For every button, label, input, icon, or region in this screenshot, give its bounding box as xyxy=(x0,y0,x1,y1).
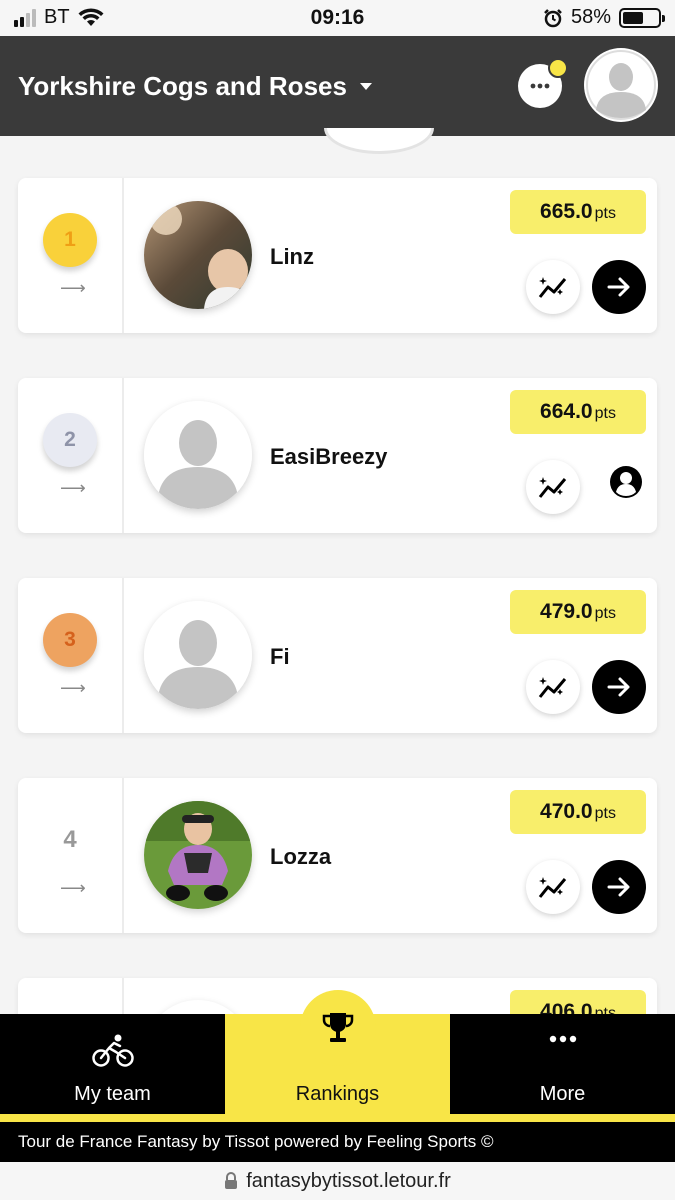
stats-chart-icon xyxy=(538,277,567,298)
avatar-placeholder-icon xyxy=(144,601,252,709)
view-team-button[interactable] xyxy=(592,860,646,914)
chevron-down-icon xyxy=(359,82,372,90)
nav-label: My team xyxy=(74,1083,151,1105)
trend-arrow-icon: ⟶ xyxy=(60,478,86,498)
notification-dot xyxy=(548,58,568,78)
browser-url-bar[interactable]: fantasybytissot.letour.fr xyxy=(0,1162,675,1200)
nav-more[interactable]: More xyxy=(450,1014,675,1114)
arrow-right-icon xyxy=(607,677,630,697)
trend-arrow-icon: ⟶ xyxy=(60,678,86,698)
rank-column: 4 ⟶ xyxy=(18,778,124,933)
player-photo xyxy=(144,401,252,509)
points-value: 665.0 xyxy=(540,200,593,223)
stats-button[interactable] xyxy=(526,460,580,514)
player-photo xyxy=(144,801,252,909)
battery-percent: 58% xyxy=(570,6,611,28)
player-name: Fi xyxy=(270,644,290,669)
stats-chart-icon xyxy=(538,877,567,898)
league-name: Yorkshire Cogs and Roses xyxy=(18,71,347,101)
status-bar: BT 09:16 58% xyxy=(0,0,675,36)
trend-arrow-icon: ⟶ xyxy=(60,278,86,298)
points-value: 470.0 xyxy=(540,800,593,823)
points-badge: 470.0 pts xyxy=(510,790,646,834)
status-right: 58% xyxy=(543,6,665,29)
battery-icon xyxy=(619,7,665,28)
stats-button[interactable] xyxy=(526,660,580,714)
url-text: fantasybytissot.letour.fr xyxy=(246,1169,451,1192)
alarm-icon xyxy=(544,8,562,27)
stats-button[interactable] xyxy=(526,860,580,914)
app-header: Yorkshire Cogs and Roses xyxy=(0,36,675,136)
footer-text: Tour de France Fantasy by Tissot powered… xyxy=(18,1132,494,1151)
player-photo xyxy=(144,201,252,309)
trend-arrow-icon: ⟶ xyxy=(60,878,86,898)
points-value: 479.0 xyxy=(540,600,593,623)
footer: Tour de France Fantasy by Tissot powered… xyxy=(0,1122,675,1162)
view-team-button[interactable] xyxy=(592,260,646,314)
profile-avatar[interactable] xyxy=(584,48,658,122)
cyclist-icon xyxy=(91,1034,134,1067)
points-unit: pts xyxy=(594,605,616,622)
nav-label: More xyxy=(539,1083,586,1105)
player-name: EasiBreezy xyxy=(270,444,388,469)
rank-circle-partial xyxy=(324,128,434,154)
points-unit: pts xyxy=(594,405,616,422)
rank-medal: 3 xyxy=(43,613,97,667)
player-name: Lozza xyxy=(270,844,332,869)
rank-medal: 2 xyxy=(43,413,97,467)
ranking-card[interactable]: 3 ⟶ Fi 479.0 pts xyxy=(18,578,657,733)
stats-chart-icon xyxy=(538,677,567,698)
points-badge: 665.0 pts xyxy=(510,190,646,234)
avatar-placeholder-icon xyxy=(586,50,656,120)
rank-column: 2 ⟶ xyxy=(18,378,124,533)
nav-my-team[interactable]: My team xyxy=(0,1014,225,1114)
stats-button[interactable] xyxy=(526,260,580,314)
stats-chart-icon xyxy=(538,477,567,498)
points-badge: 664.0 pts xyxy=(510,390,646,434)
nav-underline xyxy=(0,1114,675,1122)
points-unit: pts xyxy=(594,805,616,822)
player-photo xyxy=(144,601,252,709)
ranking-card[interactable]: 1 ⟶ Linz 665.0 pts xyxy=(18,178,657,333)
nav-label: Rankings xyxy=(295,1083,380,1105)
points-badge: 479.0 pts xyxy=(510,590,646,634)
ranking-card[interactable]: 4 ⟶ Lozza 470.0 pts xyxy=(18,778,657,933)
player-name: Linz xyxy=(270,244,314,269)
rank-number: 4 xyxy=(63,826,77,853)
rank-column: 1 ⟶ xyxy=(18,178,124,333)
lock-icon xyxy=(225,1172,238,1189)
points-unit: pts xyxy=(594,205,616,222)
rank-medal: 1 xyxy=(43,213,97,267)
arrow-right-icon xyxy=(607,877,630,897)
user-icon[interactable] xyxy=(608,464,644,500)
arrow-right-icon xyxy=(607,277,630,297)
trophy-icon xyxy=(322,1013,354,1042)
view-team-button[interactable] xyxy=(592,660,646,714)
league-selector[interactable]: Yorkshire Cogs and Roses xyxy=(18,71,373,102)
avatar-placeholder-icon xyxy=(144,401,252,509)
ranking-card[interactable]: 2 ⟶ EasiBreezy 664.0 pts xyxy=(18,378,657,533)
rank-column: 3 ⟶ xyxy=(18,578,124,733)
points-value: 664.0 xyxy=(540,400,593,423)
more-dots-icon xyxy=(549,1035,576,1043)
rankings-trophy-button[interactable] xyxy=(300,990,376,1066)
